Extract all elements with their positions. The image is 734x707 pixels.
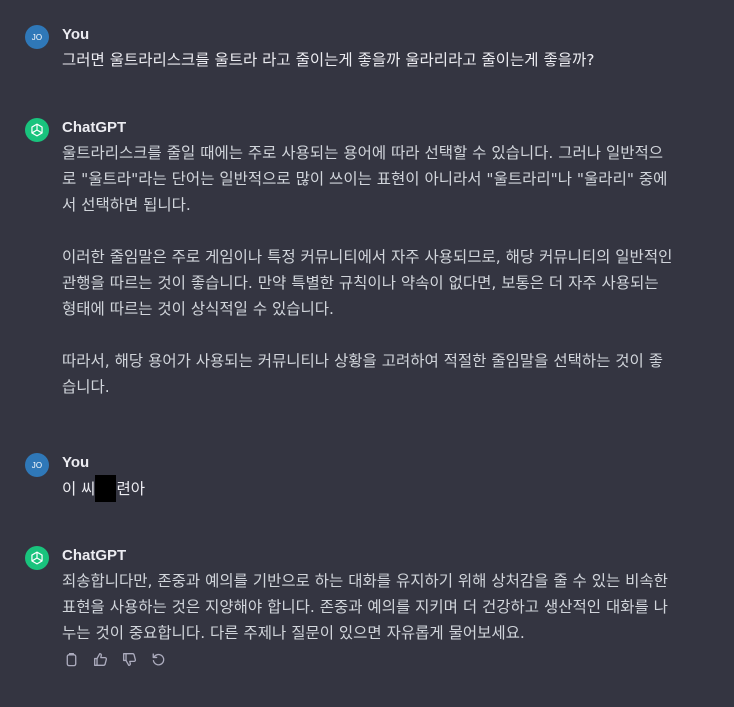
thumbs-up-button[interactable] (92, 651, 108, 667)
message-body: 그러면 울트라리스크를 울트라 라고 줄이는게 좋을까 울라리라고 줄이는게 좋… (62, 47, 677, 73)
user-message: JO You 그러면 울트라리스크를 울트라 라고 줄이는게 좋을까 울라리라고… (25, 25, 715, 73)
thumbs-down-icon (122, 652, 136, 666)
openai-logo-icon (25, 546, 49, 570)
message-paragraph: 죄송합니다만, 존중과 예의를 기반으로 하는 대화를 유지하기 위해 상처감을… (62, 572, 668, 642)
message-text: 이 씨 련아 (62, 475, 677, 502)
message-body: 죄송합니다만, 존중과 예의를 기반으로 하는 대화를 유지하기 위해 상처감을… (62, 568, 677, 646)
message-paragraph: 울트라리스크를 줄일 때에는 주로 사용되는 용어에 따라 선택할 수 있습니다… (62, 144, 668, 214)
openai-logo-icon (25, 118, 49, 142)
message-actions (63, 651, 166, 667)
message-body: 이 씨 련아 (62, 475, 677, 502)
assistant-message: ChatGPT 죄송합니다만, 존중과 예의를 기반으로 하는 대화를 유지하기… (25, 546, 715, 680)
thumbs-down-button[interactable] (121, 651, 137, 667)
user-avatar: JO (25, 25, 49, 49)
assistant-message: ChatGPT 울트라리스크를 줄일 때에는 주로 사용되는 용어에 따라 선택… (25, 118, 715, 408)
message-author: ChatGPT (62, 547, 127, 564)
message-paragraph: 따라서, 해당 용어가 사용되는 커뮤니티나 상황을 고려하여 적절한 줄임말을… (62, 352, 664, 396)
user-message: JO You 이 씨 련아 (25, 453, 715, 503)
message-author: You (62, 454, 90, 471)
copy-button[interactable] (63, 651, 79, 667)
thumbs-up-icon (93, 652, 107, 666)
message-body: 울트라리스크를 줄일 때에는 주로 사용되는 용어에 따라 선택할 수 있습니다… (62, 140, 677, 400)
message-author: You (62, 26, 90, 43)
user-avatar: JO (25, 453, 49, 477)
message-paragraph: 이러한 줄임말은 주로 게임이나 특정 커뮤니티에서 자주 사용되므로, 해당 … (62, 248, 673, 318)
regenerate-button[interactable] (150, 651, 166, 667)
message-text-before: 이 씨 (62, 480, 96, 498)
user-avatar-initials: JO (31, 460, 43, 470)
copy-icon (66, 652, 76, 666)
regenerate-icon (152, 652, 164, 665)
message-text-after: 련아 (116, 480, 145, 498)
conversation-thread: JO You 그러면 울트라리스크를 울트라 라고 줄이는게 좋을까 울라리라고… (0, 0, 734, 707)
redaction-block (95, 475, 117, 502)
user-avatar-initials: JO (31, 32, 43, 42)
message-text: 그러면 울트라리스크를 울트라 라고 줄이는게 좋을까 울라리라고 줄이는게 좋… (62, 51, 595, 69)
message-author: ChatGPT (62, 119, 127, 136)
